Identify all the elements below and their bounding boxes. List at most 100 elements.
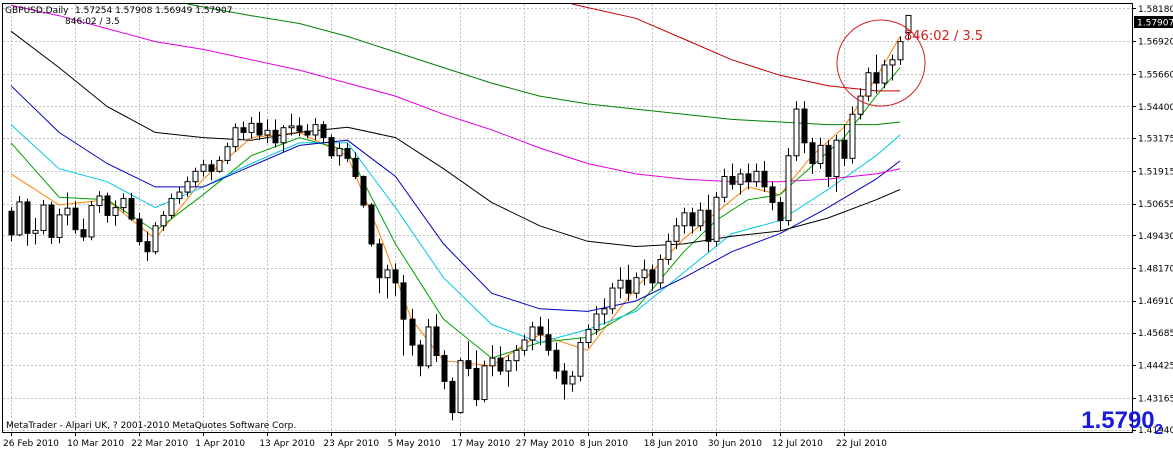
candle-body: [649, 269, 656, 284]
chart-svg[interactable]: 846:02 / 3.5 1.58180 1.56920 1.55660 1.5440…: [0, 0, 1173, 452]
candle-body: [425, 326, 432, 367]
y-tick-label: 1.49430: [1138, 232, 1173, 242]
candle-body: [785, 155, 792, 222]
candle-body: [761, 170, 768, 188]
candle-body: [593, 313, 600, 331]
candle-body: [625, 279, 632, 294]
y-tick-label: 1.54400: [1138, 103, 1173, 113]
candle-body: [585, 329, 592, 344]
candle-body: [208, 164, 215, 172]
candle: [793, 101, 800, 161]
candle-body: [200, 164, 207, 172]
x-tick-label: 22 Jul 2010: [836, 439, 887, 449]
candle-body: [24, 201, 31, 234]
candle-body: [833, 139, 840, 177]
candle-body: [417, 344, 424, 367]
candle-body: [256, 122, 263, 136]
candle-body: [809, 142, 816, 165]
x-tick-label: 23 Apr 2010: [323, 439, 379, 449]
candle-body: [849, 113, 856, 159]
candle-body: [152, 225, 159, 253]
candle-body: [176, 191, 183, 200]
candle: [48, 201, 55, 244]
candle-body: [409, 318, 416, 346]
candle-body: [104, 195, 111, 216]
candle-body: [569, 375, 576, 385]
current-price-label: 1.57907: [1137, 19, 1173, 29]
candle-body: [392, 269, 399, 284]
candle-body: [641, 269, 648, 279]
candle-body: [400, 282, 407, 320]
candle-body: [497, 357, 504, 372]
candle: [152, 222, 159, 255]
candle-body: [352, 157, 359, 177]
candle-body: [80, 229, 87, 238]
candle-body: [657, 259, 664, 284]
y-tick-label: 1.58180: [1138, 5, 1173, 15]
candle-body: [601, 308, 608, 315]
candle-body: [633, 277, 640, 294]
x-tick-label: 27 May 2010: [516, 439, 575, 449]
candle: [481, 360, 488, 403]
candle-body: [360, 175, 367, 206]
candle-body: [216, 159, 223, 172]
candle-body: [753, 170, 760, 183]
candle-body: [521, 339, 528, 351]
chart[interactable]: 846:02 / 3.5 1.58180 1.56920 1.55660 1.5440…: [0, 0, 1173, 452]
candle-body: [40, 204, 47, 231]
candle-body: [873, 72, 880, 84]
y-tick-label: 1.46910: [1138, 297, 1173, 307]
current-price-tag: 1.57907: [1134, 16, 1173, 29]
bid-price-sub: 2: [1154, 420, 1163, 438]
candle-body: [320, 124, 327, 139]
y-tick-label: 1.56920: [1138, 38, 1173, 48]
candle-body: [336, 147, 343, 157]
candle-body: [136, 218, 143, 243]
candle-body: [681, 212, 688, 227]
candle-body: [897, 41, 904, 61]
candle-body: [793, 108, 800, 157]
candle-body: [112, 207, 119, 216]
y-tick-label: 1.44425: [1138, 362, 1173, 372]
x-tick-label: 5 May 2010: [387, 439, 440, 449]
x-tick-label: 12 Jul 2010: [772, 439, 823, 449]
candle: [865, 67, 872, 102]
candle-body: [384, 269, 391, 279]
candle: [849, 106, 856, 164]
candle-body: [240, 127, 247, 133]
candle-body: [96, 195, 103, 207]
bid-price-main: 1.5790: [1081, 407, 1155, 434]
y-tick-label: 1.48170: [1138, 265, 1173, 275]
candle-body: [144, 241, 151, 253]
y-tick-label: 1.53175: [1138, 135, 1173, 145]
candle: [425, 319, 432, 369]
y-tick-label: 1.45685: [1138, 329, 1173, 339]
candle-body: [296, 125, 303, 132]
candle-body: [192, 170, 199, 183]
candle-body: [328, 137, 335, 157]
candle-body: [713, 196, 720, 242]
y-tick-label: 1.55660: [1138, 70, 1173, 80]
candle-body: [465, 360, 472, 369]
candle-body: [553, 349, 560, 372]
candle-body: [264, 129, 271, 136]
candle-body: [721, 175, 728, 198]
candle: [368, 202, 375, 247]
x-tick-label: 30 Jun 2010: [708, 439, 762, 449]
x-tick-label: 13 Apr 2010: [259, 439, 315, 449]
candle-body: [745, 173, 752, 183]
candle-body: [232, 127, 239, 148]
candle-body: [705, 209, 712, 242]
candle-body: [697, 209, 704, 227]
candle: [657, 254, 664, 289]
candle: [360, 175, 367, 208]
candle-body: [889, 59, 896, 66]
candle-body: [433, 326, 440, 356]
x-tick-label: 17 May 2010: [452, 439, 511, 449]
candle: [457, 358, 464, 414]
candle-body: [88, 205, 95, 238]
candle-body: [545, 334, 552, 351]
candle-body: [32, 229, 39, 234]
candle-body: [160, 214, 167, 227]
candle: [40, 199, 47, 235]
